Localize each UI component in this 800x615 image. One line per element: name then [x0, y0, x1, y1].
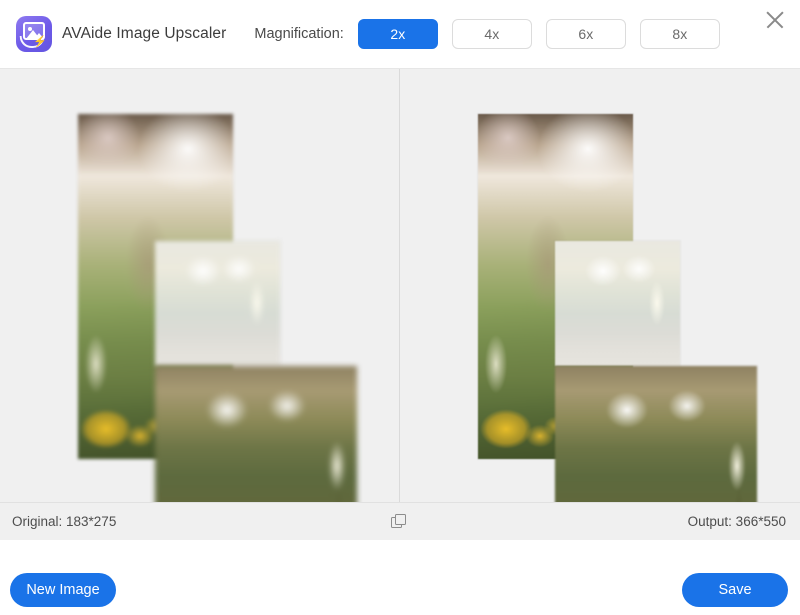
app-footer: New Image Save	[0, 540, 800, 615]
upscaled-photo-front	[555, 366, 757, 502]
preview-stage	[0, 68, 800, 502]
app-header: ⚡ AVAide Image Upscaler Magnification: 2…	[0, 0, 800, 68]
save-button[interactable]: Save	[682, 573, 788, 607]
magnification-control: Magnification: 2x 4x 6x 8x	[254, 19, 720, 49]
output-size-label: Output: 366*550	[687, 514, 786, 529]
close-icon[interactable]	[760, 5, 790, 35]
magnification-options: 2x 4x 6x 8x	[357, 19, 720, 49]
new-image-button[interactable]: New Image	[10, 573, 116, 607]
magnification-label: Magnification:	[254, 26, 344, 42]
magnification-option-2x[interactable]: 2x	[357, 19, 438, 49]
image-upscaler-window: ⚡ AVAide Image Upscaler Magnification: 2…	[0, 0, 800, 615]
logo-bolt-icon: ⚡	[33, 36, 47, 48]
image-logo-icon: ⚡	[16, 16, 52, 52]
magnification-option-8x[interactable]: 8x	[639, 19, 720, 49]
status-bar: Original: 183*275 Output: 366*550	[0, 502, 800, 540]
magnification-option-4x[interactable]: 4x	[451, 19, 532, 49]
original-photo-mid	[155, 241, 280, 366]
original-size-label: Original: 183*275	[12, 514, 117, 529]
brand: ⚡ AVAide Image Upscaler	[16, 16, 226, 52]
upscaled-photo-mid	[555, 241, 680, 366]
original-photo-front	[155, 366, 357, 502]
magnification-option-6x[interactable]: 6x	[545, 19, 626, 49]
upscaled-preview-pane[interactable]	[400, 69, 800, 502]
copy-duplicate-icon[interactable]	[391, 514, 407, 530]
copy-icon-front-square	[395, 514, 406, 525]
original-preview-pane[interactable]	[0, 69, 400, 502]
app-title: AVAide Image Upscaler	[62, 25, 227, 42]
